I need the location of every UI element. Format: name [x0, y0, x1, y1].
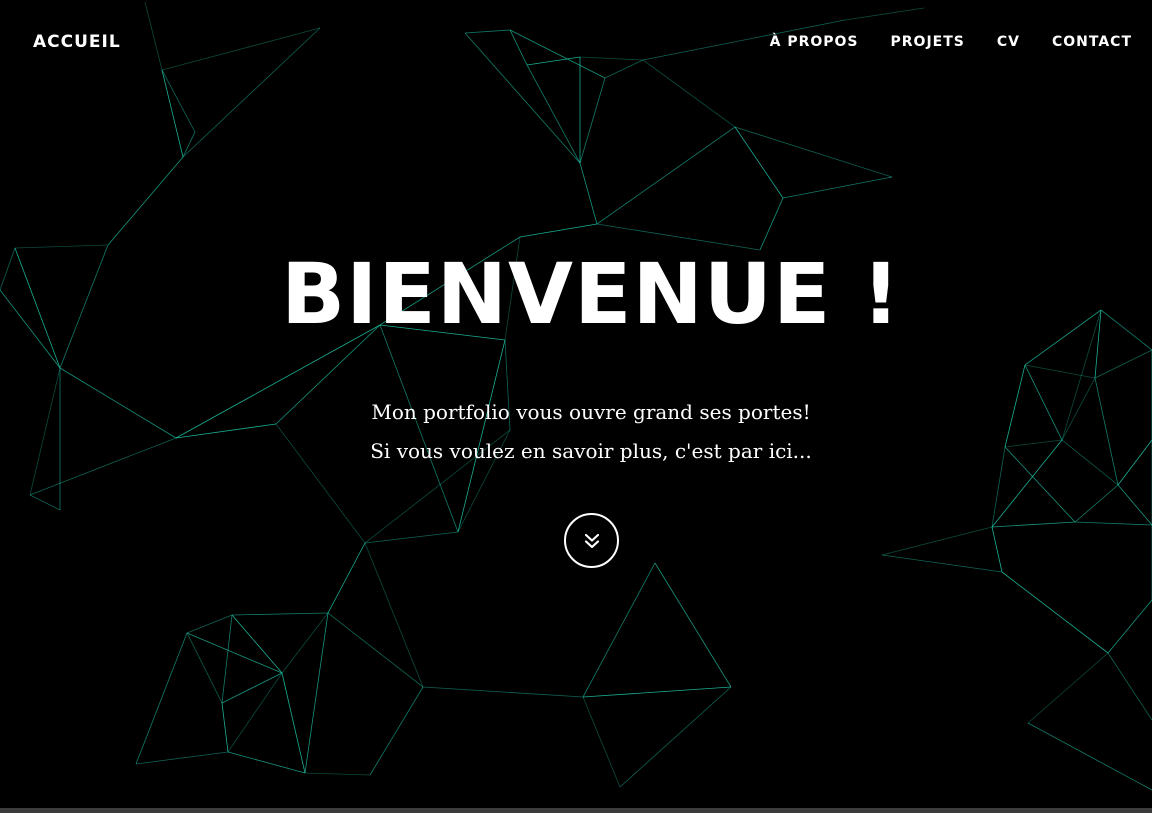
double-chevron-down-icon: [584, 533, 599, 548]
network-line: [304, 612, 329, 774]
network-line: [186, 632, 223, 704]
network-line: [221, 614, 233, 704]
nav-item-about[interactable]: À PROPOS: [770, 34, 859, 50]
hero-tagline: Mon portfolio vous ouvre grand ses porte…: [0, 393, 1152, 471]
network-line: [734, 126, 893, 178]
tagline-line-1: Mon portfolio vous ouvre grand ses porte…: [371, 400, 811, 424]
network-line: [759, 197, 784, 251]
network-line: [221, 672, 283, 704]
network-line: [582, 696, 621, 788]
network-line: [107, 156, 184, 246]
network-line: [1027, 652, 1109, 724]
network-line: [991, 526, 1003, 573]
status-bar: [0, 808, 1152, 813]
network-line: [327, 542, 366, 614]
network-line: [734, 126, 784, 199]
network-line: [1027, 722, 1152, 791]
network-line: [1001, 571, 1109, 654]
nav-item-projects[interactable]: PROJETS: [891, 34, 965, 50]
hero-section: ACCUEIL À PROPOS PROJETS CV CONTACT BIEN…: [0, 0, 1152, 813]
network-line: [135, 751, 229, 765]
network-line: [782, 176, 893, 199]
network-line: [642, 59, 736, 128]
network-line: [281, 612, 329, 674]
network-line: [327, 612, 424, 688]
nav-menu: À PROPOS PROJETS CV CONTACT: [770, 34, 1132, 50]
nav-item-cv[interactable]: CV: [997, 34, 1020, 50]
network-line: [582, 686, 732, 698]
network-line: [231, 612, 329, 616]
network-line: [1074, 484, 1119, 523]
network-line: [579, 162, 598, 225]
network-line: [422, 686, 584, 698]
network-line: [281, 672, 306, 774]
network-line: [844, 7, 925, 21]
network-line: [619, 686, 732, 788]
network-line: [526, 64, 581, 164]
network-line: [596, 126, 736, 225]
nav-item-contact[interactable]: CONTACT: [1052, 34, 1132, 50]
network-line: [654, 562, 732, 688]
network-line: [227, 751, 306, 774]
network-line: [182, 131, 196, 158]
network-line: [186, 614, 233, 634]
network-line: [582, 562, 656, 698]
top-navbar: ACCUEIL À PROPOS PROJETS CV CONTACT: [33, 30, 1132, 54]
network-line: [1117, 484, 1152, 526]
network-line: [1074, 521, 1152, 526]
network-line: [881, 526, 993, 556]
network-line: [161, 69, 196, 133]
nav-home-link[interactable]: ACCUEIL: [33, 32, 121, 52]
network-line: [604, 59, 644, 79]
network-line: [186, 632, 283, 674]
network-line: [1024, 364, 1096, 379]
network-line: [364, 542, 424, 688]
network-line: [1107, 599, 1152, 654]
network-line: [221, 702, 229, 753]
tagline-line-2: Si vous voulez en savoir plus, c'est par…: [370, 439, 812, 463]
network-line: [519, 223, 598, 238]
network-line: [881, 554, 1003, 573]
network-line: [227, 672, 283, 753]
network-line: [1107, 652, 1152, 721]
scroll-down-button[interactable]: [564, 513, 619, 568]
hero-title: BIENVENUE !: [281, 245, 901, 343]
network-line: [135, 632, 188, 765]
network-line: [231, 614, 283, 674]
network-line: [29, 494, 61, 511]
network-line: [1094, 349, 1152, 379]
network-line: [364, 531, 459, 544]
network-line: [579, 77, 606, 164]
network-line: [369, 686, 424, 776]
network-line: [161, 69, 184, 158]
network-line: [304, 772, 371, 776]
network-line: [991, 521, 1076, 528]
network-line: [579, 56, 644, 61]
